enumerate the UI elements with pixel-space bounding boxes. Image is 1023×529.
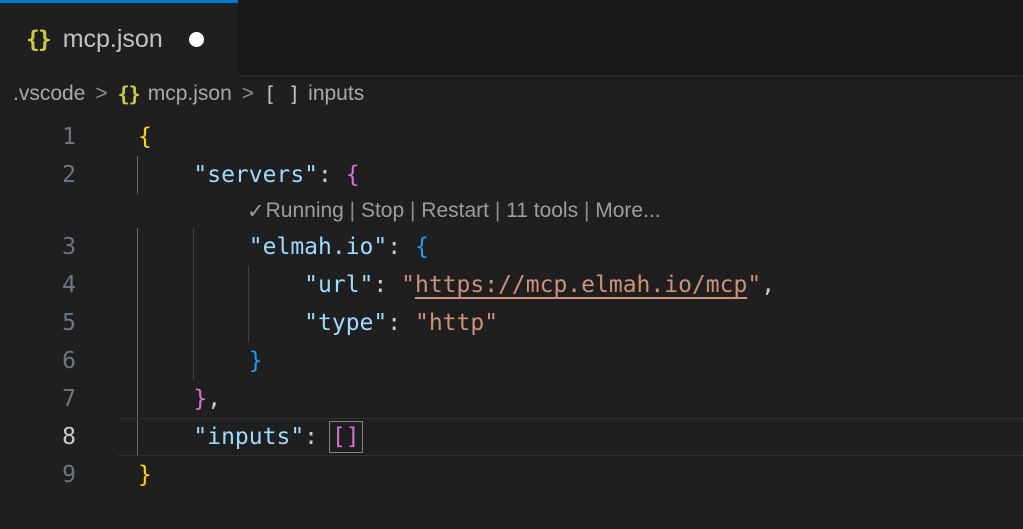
code-token: "servers" bbox=[193, 162, 319, 188]
breadcrumb: .vscode > {} mcp.json > [ ] inputs bbox=[0, 76, 1023, 112]
code-token: " bbox=[747, 272, 762, 298]
codelens-separator: | bbox=[404, 199, 422, 222]
chevron-right-icon: > bbox=[95, 82, 108, 105]
code-token: "http" bbox=[414, 310, 499, 336]
code-line-content: } bbox=[76, 462, 152, 488]
modified-indicator-dot[interactable] bbox=[188, 32, 204, 47]
tab-bar: {} mcp.json bbox=[0, 0, 1023, 76]
code-line-8[interactable]: 8 "inputs": [] bbox=[0, 418, 1023, 456]
code-token: , bbox=[761, 272, 776, 298]
code-token: "inputs" bbox=[193, 424, 305, 450]
codelens-row: ✓ Running | Stop | Restart | 11 tools | M… bbox=[0, 194, 1023, 228]
codelens-separator: | bbox=[578, 199, 596, 222]
line-number: 5 bbox=[62, 310, 76, 336]
code-line-content: "elmah.io": { bbox=[76, 234, 429, 260]
line-number: 8 bbox=[62, 424, 76, 450]
code-token: , bbox=[207, 386, 222, 412]
code-line-4[interactable]: 4 "url": "https://mcp.elmah.io/mcp", bbox=[0, 266, 1023, 304]
line-number: 7 bbox=[62, 386, 76, 412]
tab-label: mcp.json bbox=[62, 25, 163, 53]
code-token: " bbox=[401, 272, 415, 298]
json-file-icon: {} bbox=[26, 26, 52, 53]
code-line-2[interactable]: 2 "servers": { bbox=[0, 156, 1023, 194]
breadcrumb-label: inputs bbox=[308, 82, 365, 105]
code-line-content: "inputs": [] bbox=[76, 421, 363, 453]
code-line-7[interactable]: 7 }, bbox=[0, 380, 1023, 418]
line-number: 1 bbox=[62, 124, 76, 150]
tab-bar-empty-space bbox=[238, 0, 1023, 76]
code-line-content: "type": "http" bbox=[76, 310, 498, 336]
line-number: 3 bbox=[62, 234, 76, 260]
code-token: { bbox=[138, 124, 152, 150]
line-number: 2 bbox=[62, 162, 76, 188]
code-token: "elmah.io" bbox=[248, 234, 388, 260]
line-number: 6 bbox=[62, 348, 76, 374]
code-token: : bbox=[387, 310, 415, 336]
breadcrumb-label: mcp.json bbox=[147, 82, 232, 105]
code-token: [] bbox=[328, 421, 363, 453]
code-line-content: "servers": { bbox=[76, 162, 360, 188]
code-token: : bbox=[304, 424, 332, 450]
breadcrumb-item-mcp-json[interactable]: {} mcp.json bbox=[118, 82, 232, 106]
codelens-separator: | bbox=[488, 199, 507, 222]
code-line-content: "url": "https://mcp.elmah.io/mcp", bbox=[76, 272, 775, 298]
tab-mcp-json[interactable]: {} mcp.json bbox=[0, 0, 238, 76]
code-token: : bbox=[387, 234, 415, 260]
breadcrumb-label: .vscode bbox=[13, 82, 86, 105]
code-line-5[interactable]: 5 "type": "http" bbox=[0, 304, 1023, 342]
code-token: : bbox=[373, 272, 402, 298]
editor[interactable]: 1{2 "servers": {✓ Running | Stop | Restar… bbox=[0, 112, 1023, 529]
url-link[interactable]: https://mcp.elmah.io/mcp bbox=[415, 272, 747, 298]
codelens-link-11-tools[interactable]: 11 tools bbox=[506, 199, 578, 223]
line-number: 4 bbox=[62, 272, 76, 298]
chevron-right-icon: > bbox=[241, 82, 255, 105]
code-line-content: { bbox=[76, 124, 152, 150]
code-token: } bbox=[138, 462, 152, 488]
code-line-content: } bbox=[76, 348, 263, 374]
codelens-separator: | bbox=[343, 199, 361, 222]
code-line-1[interactable]: 1{ bbox=[0, 118, 1023, 156]
code-token: { bbox=[345, 162, 360, 188]
codelens-link-running[interactable]: Running bbox=[266, 199, 344, 223]
code-token: { bbox=[414, 234, 429, 260]
json-file-icon: {} bbox=[117, 82, 141, 106]
code-line-3[interactable]: 3 "elmah.io": { bbox=[0, 228, 1023, 266]
codelens-link-restart[interactable]: Restart bbox=[421, 199, 489, 223]
codelens-link-stop[interactable]: Stop bbox=[361, 199, 404, 223]
code-token: "url" bbox=[304, 272, 374, 298]
codelens-link-more-[interactable]: More... bbox=[595, 199, 660, 223]
code-line-content: }, bbox=[76, 386, 221, 412]
array-symbol-icon: [ ] bbox=[264, 82, 301, 106]
line-number: 9 bbox=[62, 462, 76, 488]
code-token: } bbox=[248, 348, 263, 374]
check-icon: ✓ bbox=[247, 199, 265, 223]
breadcrumb-item-inputs[interactable]: [ ] inputs bbox=[264, 82, 364, 106]
code-line-9[interactable]: 9} bbox=[0, 456, 1023, 494]
code-token: } bbox=[193, 386, 208, 412]
code-token: "type" bbox=[304, 310, 388, 336]
code-line-6[interactable]: 6 } bbox=[0, 342, 1023, 380]
code-token: : bbox=[318, 162, 346, 188]
breadcrumb-item--vscode[interactable]: .vscode bbox=[13, 82, 85, 106]
